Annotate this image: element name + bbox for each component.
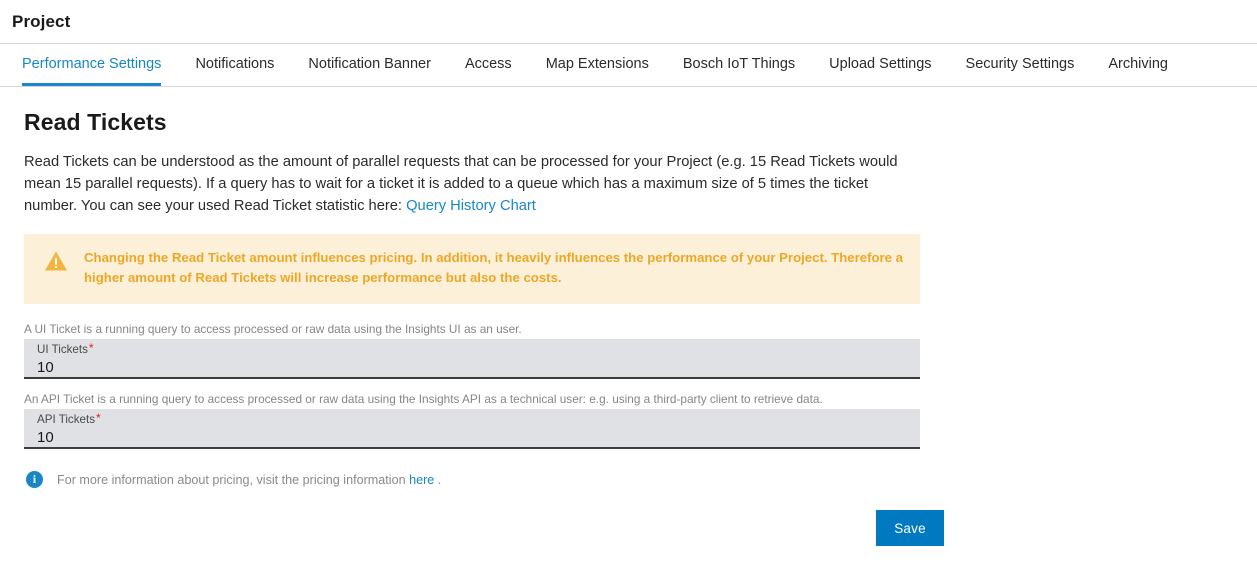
pricing-info-row: i For more information about pricing, vi…: [26, 471, 1257, 488]
query-history-chart-link[interactable]: Query History Chart: [406, 198, 536, 214]
tab-notifications[interactable]: Notifications: [195, 44, 274, 86]
tab-notification-banner[interactable]: Notification Banner: [308, 44, 431, 86]
tab-map-extensions[interactable]: Map Extensions: [546, 44, 649, 86]
save-button[interactable]: Save: [876, 510, 944, 546]
page-title-header: Project: [12, 11, 71, 31]
tab-performance-settings[interactable]: Performance Settings: [22, 44, 162, 86]
tab-bar: Performance Settings Notifications Notific…: [0, 43, 1257, 87]
tab-label: Access: [464, 55, 512, 72]
ticket-input-api-tickets[interactable]: API Tickets* 10: [24, 409, 920, 449]
pricing-here-link[interactable]: here: [409, 473, 434, 487]
main-content: Read Tickets Read Tickets can be underst…: [0, 87, 1257, 546]
tab-label: Notification Banner: [308, 55, 431, 72]
required-asterisk: *: [88, 341, 94, 355]
field-block: A UI Ticket is a running query to access…: [24, 322, 1257, 379]
field-value: 10: [37, 359, 54, 376]
field-label-text: API Tickets: [37, 413, 95, 426]
pricing-info-text-after: .: [434, 472, 442, 487]
field-value: 10: [37, 429, 54, 446]
required-asterisk: *: [96, 411, 101, 425]
fields-container: A UI Ticket is a running query to access…: [24, 322, 1257, 449]
field-label: API Tickets*: [37, 411, 908, 427]
field-label: UI Tickets*: [37, 341, 908, 357]
info-circle-icon: i: [26, 471, 43, 488]
field-help-text: A UI Ticket is a running query to access…: [24, 322, 522, 336]
field-label-text: UI Tickets: [37, 343, 88, 356]
tab-archiving[interactable]: Archiving: [1108, 44, 1168, 86]
tab-label: Notifications: [195, 55, 275, 72]
field-help-text: An API Ticket is a running query to acce…: [24, 392, 823, 406]
tab-label: Upload Settings: [829, 55, 932, 72]
app-header: Project: [0, 0, 1257, 43]
tab-label: Bosch IoT Things: [682, 55, 796, 72]
intro-paragraph: Read Tickets can be understood as the am…: [24, 151, 914, 217]
pricing-info-text: For more information about pricing, visi…: [57, 473, 441, 487]
tab-security-settings[interactable]: Security Settings: [966, 44, 1075, 86]
tab-label: Security Settings: [965, 55, 1075, 72]
page-title: Read Tickets: [24, 109, 167, 135]
tab-access[interactable]: Access: [465, 44, 512, 86]
ticket-input-ui-tickets[interactable]: UI Tickets* 10: [24, 339, 920, 379]
field-block: An API Ticket is a running query to acce…: [24, 392, 1257, 449]
form-actions: Save: [24, 510, 944, 546]
warning-triangle-icon: [44, 250, 68, 272]
tab-label: Archiving: [1108, 55, 1168, 72]
tab-upload-settings[interactable]: Upload Settings: [829, 44, 931, 86]
tab-bosch-iot-things[interactable]: Bosch IoT Things: [683, 44, 795, 86]
tab-label: Map Extensions: [545, 55, 649, 72]
pricing-info-text-before: For more information about pricing, visi…: [57, 472, 410, 487]
tab-label: Performance Settings: [22, 55, 162, 72]
warning-message: Changing the Read Ticket amount influenc…: [84, 250, 903, 285]
warning-banner: Changing the Read Ticket amount influenc…: [24, 234, 920, 304]
